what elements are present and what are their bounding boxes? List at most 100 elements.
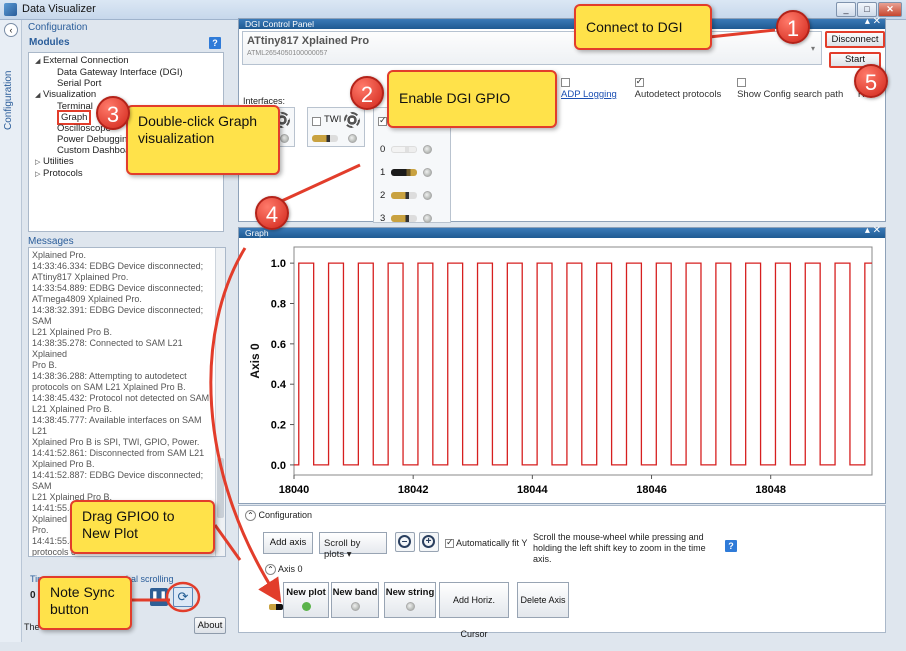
interface-card-twi[interactable]: TWI xyxy=(307,107,365,147)
show-config-search-option[interactable]: Show Config search path xyxy=(737,76,848,100)
step-badge-4: 4 xyxy=(255,196,289,230)
gpio-checkbox[interactable] xyxy=(378,115,387,126)
device-serial: ATML2654050100000057 xyxy=(247,50,328,57)
sync-button[interactable]: ⟳ xyxy=(173,587,193,607)
device-name: ATtiny817 Xplained Pro xyxy=(247,35,370,47)
maximize-button[interactable]: □ xyxy=(857,2,877,17)
collapse-icon[interactable]: ⌃ xyxy=(245,510,256,521)
collapse-icon[interactable]: ⌃ xyxy=(265,564,276,575)
new-string-button[interactable]: New string xyxy=(384,582,436,618)
help-icon[interactable]: ? xyxy=(209,37,221,49)
new-band-button[interactable]: New band xyxy=(331,582,379,618)
new-plot-button[interactable]: New plot xyxy=(283,582,329,618)
auto-fit-y-option[interactable]: Automatically fit Y xyxy=(445,537,527,549)
expander-icon[interactable]: ◢ xyxy=(35,90,43,101)
message-line: ATmega4809 Xplained Pro. xyxy=(32,294,142,304)
checkbox[interactable] xyxy=(445,537,454,549)
expander-icon[interactable]: ▷ xyxy=(35,169,43,180)
chevron-down-icon[interactable]: ▾ xyxy=(811,44,815,53)
device-selector[interactable]: ATtiny817 Xplained Pro ATML2654050100000… xyxy=(242,31,822,65)
checkbox[interactable] xyxy=(634,76,644,87)
zoom-in-button[interactable]: + xyxy=(419,532,439,552)
status-led xyxy=(423,168,433,177)
messages-scrollbar[interactable] xyxy=(215,248,225,556)
help-icon[interactable]: ? xyxy=(725,540,737,552)
disconnect-button[interactable]: Disconnect xyxy=(825,31,885,48)
zoom-out-button[interactable]: – xyxy=(395,532,415,552)
checkbox[interactable] xyxy=(737,77,747,87)
message-line: L21 Xplained Pro B. xyxy=(32,404,113,414)
x-ticks: 18040 18042 18044 18046 18048 xyxy=(279,475,786,496)
status-led xyxy=(301,602,311,611)
tree-item-serial-port[interactable]: Serial Port xyxy=(33,78,219,89)
y-tick-label: 0.2 xyxy=(271,420,286,432)
graph-panel: Graph ▴ ✕ 1.0 0.8 0.6 0.4 0.2 0.0 18040 18042 1… xyxy=(238,226,886,504)
about-button[interactable]: About xyxy=(194,617,226,634)
gpio-pin-list: 0 1 2 3 xyxy=(380,138,450,230)
message-line: protocols on SAM L21 Xplained Pro B. xyxy=(32,382,186,392)
plug-icon[interactable] xyxy=(391,192,418,199)
gpio-pin-2[interactable]: 2 xyxy=(380,184,450,207)
y-axis-label: Axis 0 xyxy=(248,343,262,379)
gpio-pin-1[interactable]: 1 xyxy=(380,161,450,184)
plug-icon[interactable] xyxy=(391,215,418,222)
expander-icon[interactable]: ◢ xyxy=(35,56,43,67)
expander-icon[interactable]: ▷ xyxy=(35,157,43,168)
add-axis-button[interactable]: Add axis xyxy=(263,532,313,554)
panel-controls-icon[interactable]: ▴ ✕ xyxy=(865,17,881,27)
plot-area xyxy=(293,246,873,476)
configuration-side-tab[interactable]: ‹ Configuration xyxy=(0,20,22,642)
step-badge-5: 5 xyxy=(854,64,888,98)
x-tick-label: 18042 xyxy=(398,484,429,496)
graph-panel-header: Graph ▴ ✕ xyxy=(239,226,885,238)
modules-title: Modules xyxy=(29,37,70,48)
tree-item-external-connection[interactable]: ◢ External Connection xyxy=(33,55,219,67)
status-led xyxy=(405,602,415,611)
adp-logging-option[interactable]: ADP Logging xyxy=(561,76,625,100)
step-badge-3: 3 xyxy=(96,96,130,130)
autodetect-option[interactable]: Autodetect protocols xyxy=(634,76,727,100)
y-ticks: 1.0 0.8 0.6 0.4 0.2 0.0 xyxy=(271,258,294,472)
status-led xyxy=(280,134,289,143)
scroll-mode-select[interactable]: Scroll by plots ▾ xyxy=(319,532,387,560)
configuration-header: Configuration xyxy=(28,22,88,33)
graph-plot[interactable]: 1.00.80.60.40.20.0 18040 18042 18044 18046 1… xyxy=(239,239,885,504)
message-line: Xplained Pro. xyxy=(32,250,87,260)
plug-icon[interactable] xyxy=(391,146,418,153)
axis-toggle[interactable]: ⌃ Axis 0 xyxy=(265,564,303,575)
tree-item-dgi[interactable]: Data Gateway Interface (DGI) xyxy=(33,67,219,78)
delete-axis-button[interactable]: Delete Axis xyxy=(517,582,569,618)
gpio-pin-0[interactable]: 0 xyxy=(380,138,450,161)
add-horiz-cursor-button[interactable]: Add Horiz. Cursor xyxy=(439,582,509,639)
callout-double-click-graph: Double-click Graph visualization xyxy=(126,105,280,175)
panel-controls-icon[interactable]: ▴ ✕ xyxy=(865,226,881,236)
close-button[interactable]: ✕ xyxy=(878,2,902,17)
minimize-button[interactable]: _ xyxy=(836,2,856,17)
message-line: 14:38:32.391: EDBG Device disconnected; … xyxy=(32,305,204,326)
graph-configuration-panel: ⌃ Configuration Add axis Scroll by plots… xyxy=(238,505,886,639)
message-line: 14:38:45.432: Protocol not detected on S… xyxy=(32,393,210,403)
message-line: ATtiny817 Xplained Pro. xyxy=(32,272,129,282)
time-value: 0 xyxy=(30,590,36,601)
twi-checkbox[interactable] xyxy=(312,116,321,126)
callout-connect: Connect to DGI xyxy=(574,4,712,50)
gear-icon[interactable] xyxy=(344,112,360,128)
checkbox[interactable] xyxy=(561,77,570,87)
y-tick-label: 0.0 xyxy=(271,460,286,472)
y-tick-label: 1.0 xyxy=(271,258,286,270)
pause-icon[interactable]: ❚❚ xyxy=(150,588,168,606)
zoom-hint: Scroll the mouse-wheel while pressing an… xyxy=(533,532,706,564)
y-tick-label: 0.8 xyxy=(271,298,286,310)
configuration-toggle[interactable]: ⌃ Configuration xyxy=(245,510,312,521)
message-line: 14:38:35.278: Connected to SAM L21 Xplai… xyxy=(32,338,183,359)
message-line: 14:41:52.887: EDBG Device disconnected; … xyxy=(32,470,204,491)
scrollbar-thumb[interactable] xyxy=(217,458,224,518)
status-led xyxy=(348,134,357,143)
tree-item-visualization[interactable]: ◢ Visualization xyxy=(33,89,219,101)
title-bar: Data Visualizer _ □ ✕ xyxy=(0,0,906,20)
plug-icon[interactable] xyxy=(391,169,418,176)
plug-icon[interactable] xyxy=(312,135,338,142)
message-line: Xplained Pro B. xyxy=(32,459,95,469)
collapse-icon[interactable]: ‹ xyxy=(4,23,18,37)
configuration-tab-label[interactable]: Configuration xyxy=(3,50,14,130)
